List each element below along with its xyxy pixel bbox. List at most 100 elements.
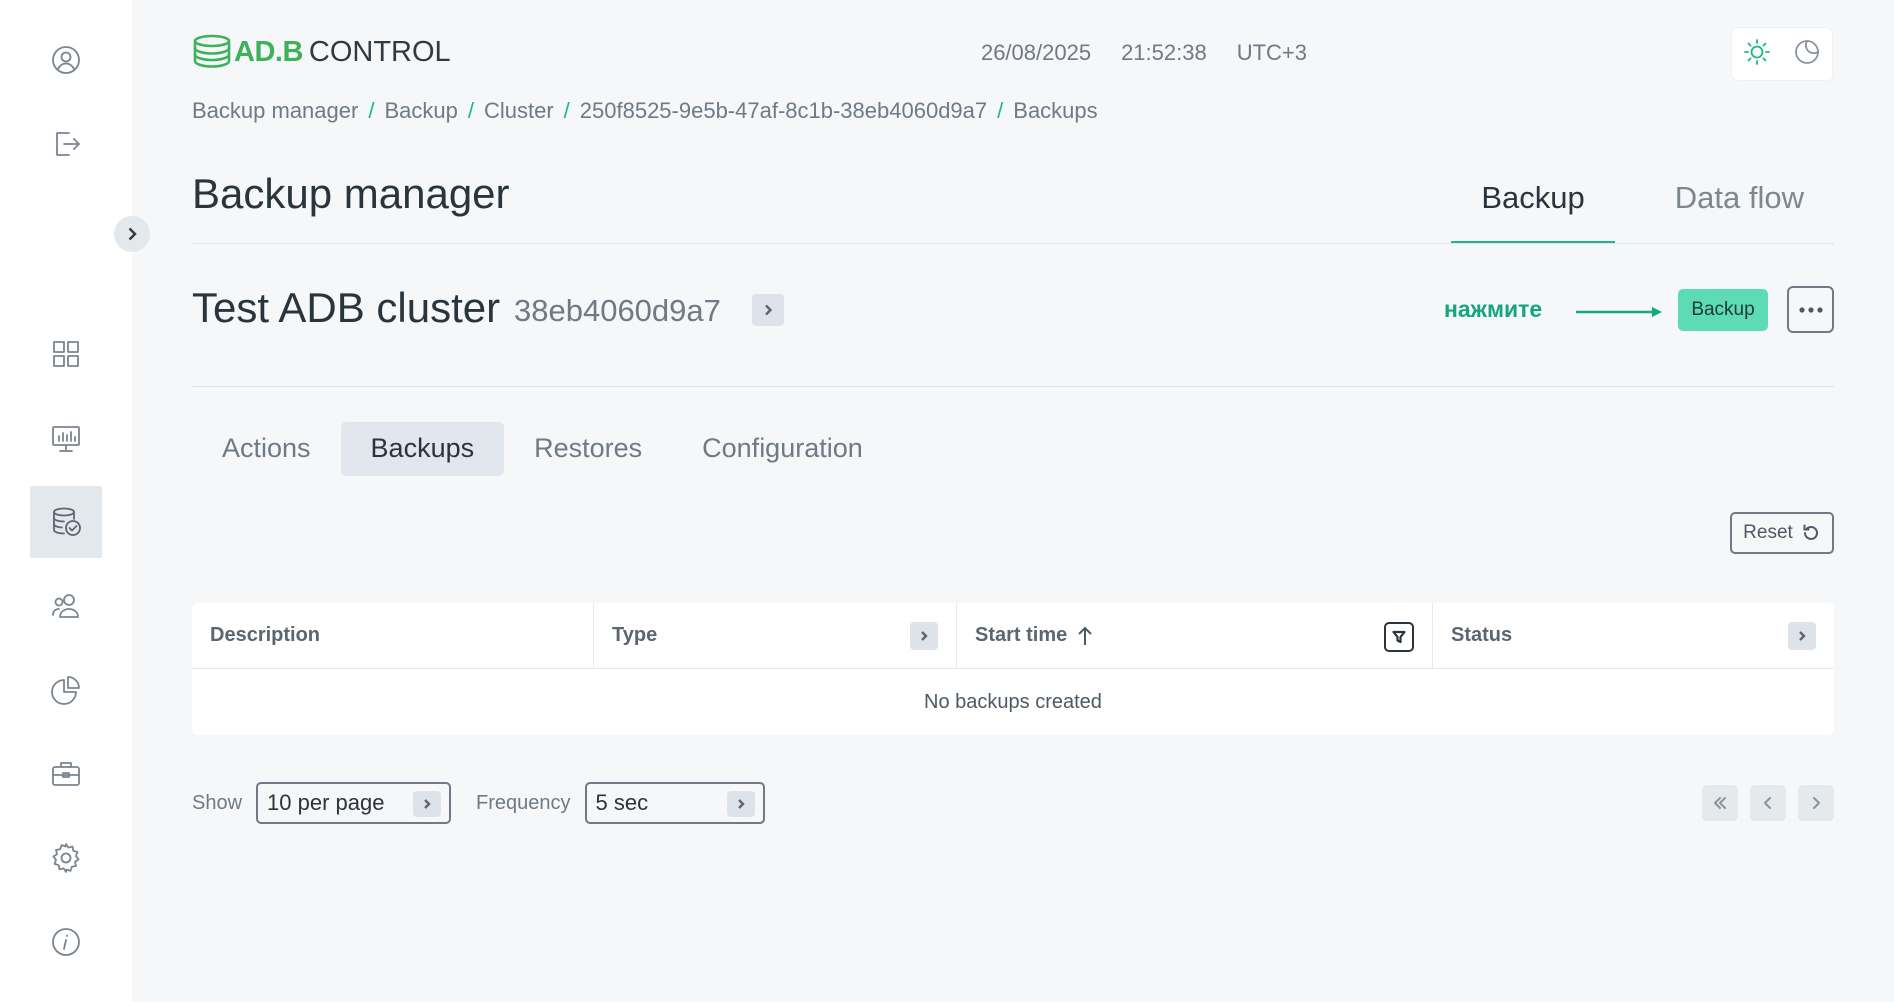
sidebar: [0, 0, 132, 1002]
header-clock: 26/08/2025 21:52:38 UTC+3: [981, 40, 1307, 66]
profile-button[interactable]: [30, 24, 102, 96]
sidebar-item-monitoring[interactable]: [30, 402, 102, 474]
moon-icon: [1795, 39, 1819, 64]
dashboard-icon: [53, 341, 79, 367]
column-header-type[interactable]: Type: [594, 603, 957, 668]
tab-configuration[interactable]: Configuration: [672, 422, 893, 476]
sidebar-item-info[interactable]: [30, 906, 102, 978]
breadcrumb-cluster[interactable]: Cluster: [484, 98, 554, 124]
frequency-value: 5 sec: [595, 790, 649, 815]
table-header: Description Type Start time Status: [192, 603, 1834, 669]
per-page-select[interactable]: 10 per page: [256, 782, 452, 824]
more-actions-button[interactable]: [1787, 286, 1834, 333]
column-filter-button[interactable]: [1384, 622, 1414, 652]
table-empty-message: No backups created: [924, 690, 1102, 713]
header-date: 26/08/2025: [980, 40, 1092, 65]
breadcrumb-separator: /: [368, 98, 375, 123]
logout-icon: [56, 132, 80, 156]
next-page-button[interactable]: [1798, 785, 1834, 821]
column-header-start-time[interactable]: Start time: [957, 603, 1433, 668]
column-expand-button[interactable]: [1788, 622, 1816, 650]
chevron-right-icon: [413, 791, 442, 817]
chevron-right-icon: [128, 227, 137, 241]
header-time: 21:52:38: [1121, 40, 1207, 65]
adb-logo-icon: [193, 34, 231, 68]
sidebar-expand-button[interactable]: [114, 216, 150, 252]
reset-button[interactable]: Reset: [1730, 512, 1834, 554]
backup-button[interactable]: Backup: [1678, 289, 1768, 331]
chevron-right-icon: [765, 304, 773, 316]
header-timezone: UTC+3: [1236, 40, 1307, 65]
chevron-right-icon: [1799, 631, 1806, 641]
pager-settings: Show 10 per page Frequency 5 sec: [192, 782, 765, 824]
logo-text: AD.B CONTROL: [234, 35, 451, 68]
breadcrumb-separator: /: [467, 98, 474, 123]
breadcrumb-backup-manager[interactable]: Backup manager: [192, 98, 358, 124]
sort-ascending-icon[interactable]: [1075, 625, 1095, 647]
sun-icon: [1744, 38, 1770, 65]
sidebar-item-reports[interactable]: [30, 654, 102, 726]
app-logo[interactable]: AD.B CONTROL: [192, 32, 451, 72]
filter-icon: [1392, 630, 1406, 644]
column-label: Status: [1451, 624, 1513, 646]
database-backup-icon: [53, 507, 81, 536]
breadcrumb-backup[interactable]: Backup: [384, 98, 457, 124]
sidebar-item-settings[interactable]: [30, 822, 102, 894]
sidebar-item-dashboard[interactable]: [30, 318, 102, 390]
pie-chart-icon: [51, 676, 80, 705]
column-label: Description: [210, 624, 321, 646]
chevron-right-icon: [1813, 797, 1820, 809]
cluster-name: Test ADB cluster: [192, 284, 501, 331]
hint-arrow-icon: [1576, 307, 1662, 317]
light-theme-button[interactable]: [1743, 38, 1771, 71]
info-icon: [52, 928, 80, 956]
hint-label: нажмите: [1444, 296, 1543, 322]
frequency-label: Frequency: [476, 791, 571, 814]
monitoring-icon: [52, 426, 80, 452]
logout-button[interactable]: [30, 108, 102, 180]
per-page-value: 10 per page: [267, 790, 385, 815]
pagination: [1702, 785, 1834, 821]
breadcrumb-current: Backups: [1013, 98, 1098, 123]
show-label: Show: [192, 791, 243, 814]
page-title: Backup manager: [192, 170, 510, 217]
column-label: Type: [612, 624, 658, 646]
column-header-description[interactable]: Description: [192, 603, 594, 668]
settings-icon: [52, 843, 80, 873]
divider: [192, 243, 1834, 244]
chevron-left-icon: [1764, 797, 1771, 809]
first-page-button[interactable]: [1702, 785, 1738, 821]
chevrons-left-icon: [1714, 797, 1726, 809]
tab-data-flow[interactable]: Data flow: [1645, 168, 1834, 244]
column-label: Start time: [975, 624, 1068, 646]
tab-actions[interactable]: Actions: [192, 422, 341, 476]
sidebar-item-users[interactable]: [30, 570, 102, 642]
user-icon: [52, 46, 80, 74]
briefcase-icon: [52, 762, 80, 786]
breadcrumb: Backup manager / Backup / Cluster / 250f…: [192, 98, 1098, 124]
breadcrumb-separator: /: [997, 98, 1004, 123]
tab-restores[interactable]: Restores: [504, 422, 672, 476]
chevron-right-icon: [726, 791, 755, 817]
sidebar-item-tools[interactable]: [30, 738, 102, 810]
dark-theme-button[interactable]: [1793, 38, 1821, 71]
users-icon: [52, 594, 79, 618]
reset-label: Reset: [1743, 522, 1793, 543]
previous-page-button[interactable]: [1750, 785, 1786, 821]
chevron-right-icon: [921, 631, 928, 641]
cluster-id: 38eb4060d9a7: [514, 293, 721, 328]
cluster-details-button[interactable]: [752, 294, 784, 326]
breadcrumb-separator: /: [563, 98, 570, 123]
frequency-select[interactable]: 5 sec: [584, 782, 765, 824]
column-expand-button[interactable]: [910, 622, 938, 650]
more-horizontal-icon: [1798, 306, 1823, 313]
refresh-icon: [1803, 524, 1818, 540]
tab-backup[interactable]: Backup: [1451, 168, 1615, 244]
divider: [192, 386, 1834, 387]
top-tabs: Backup Data flow: [1451, 168, 1834, 244]
sidebar-item-backup[interactable]: [30, 486, 102, 558]
breadcrumb-cluster-id[interactable]: 250f8525-9e5b-47af-8c1b-38eb4060d9a7: [580, 98, 987, 124]
tab-backups[interactable]: Backups: [340, 422, 505, 476]
sub-tabs: Actions Backups Restores Configuration: [192, 422, 893, 476]
column-header-status[interactable]: Status: [1433, 603, 1834, 668]
